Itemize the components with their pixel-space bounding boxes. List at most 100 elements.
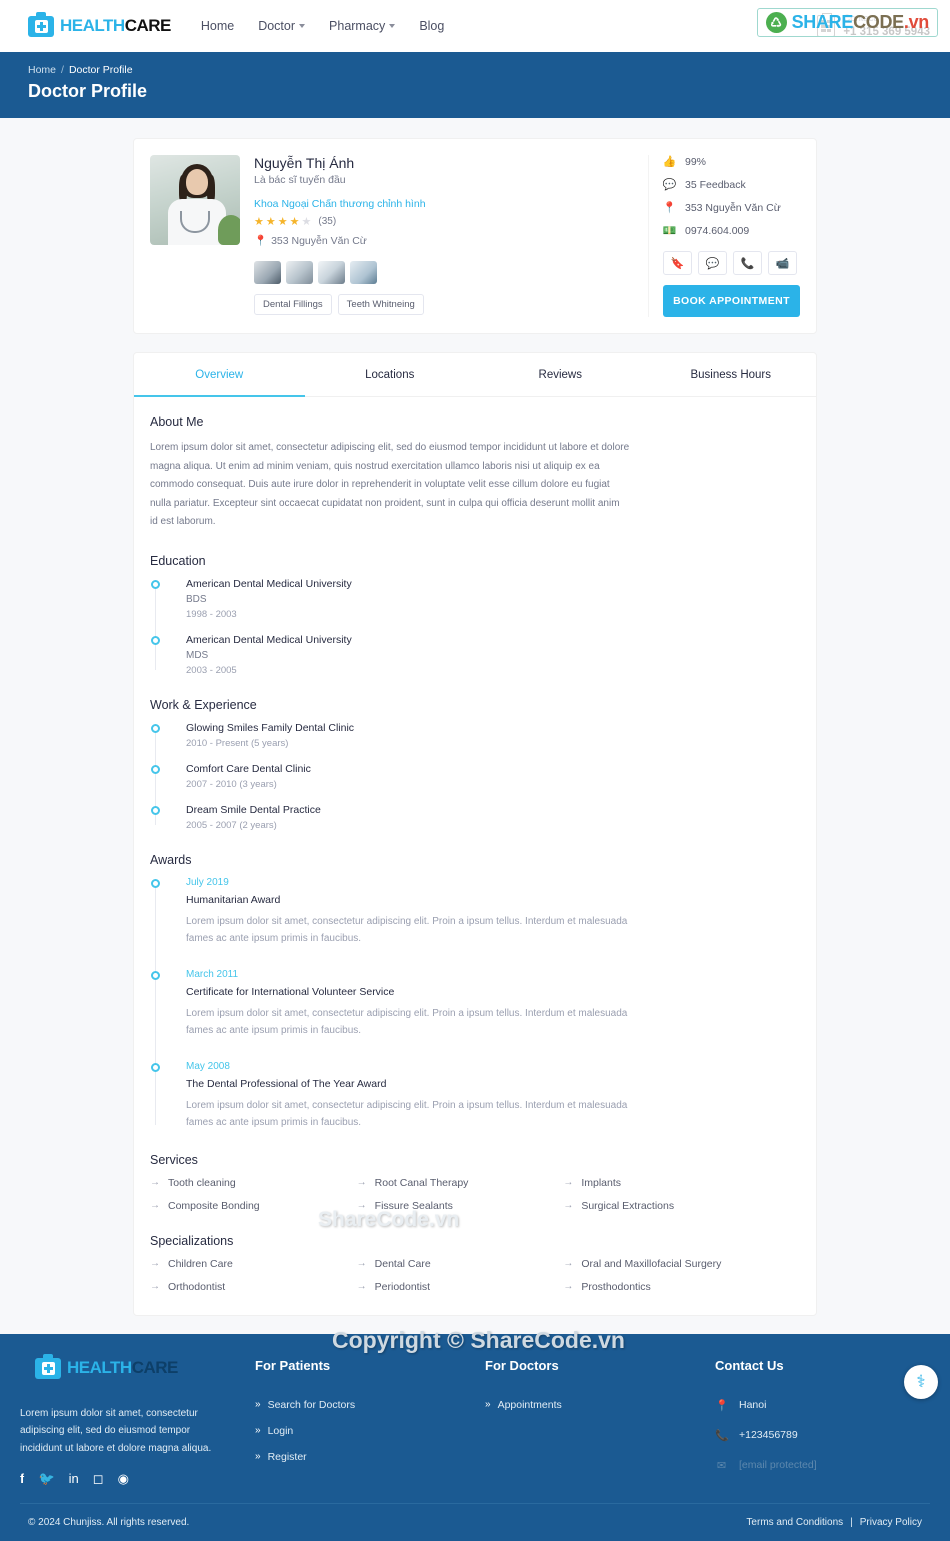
nav-item-blog[interactable]: Blog [419,19,444,33]
service-tag[interactable]: Dental Fillings [254,294,332,315]
tab-overview[interactable]: Overview [134,353,305,397]
service-label: Root Canal Therapy [374,1176,469,1189]
double-chevron-icon: » [255,1399,261,1410]
footer-contact-email[interactable]: ✉ [email protected] [715,1459,930,1472]
star-icon: ★ [265,216,276,228]
medical-bag-icon [28,11,54,37]
work-item: Glowing Smiles Family Dental Clinic 2010… [151,722,800,749]
twitter-icon[interactable]: 🐦 [38,1471,54,1487]
phone-icon: 📞 [715,1429,729,1442]
footer-contact-phone[interactable]: 📞 +123456789 [715,1429,930,1442]
awards-section: Awards July 2019 Humanitarian Award Lore… [150,853,800,1131]
nav-links: Home Doctor Pharmacy Blog [201,19,444,33]
arrow-right-icon: → [150,1258,160,1269]
bookmark-button[interactable]: 🔖 [663,251,692,275]
footer-logo[interactable]: HEALTHCARE [35,1353,255,1379]
footer-link-label: Search for Doctors [267,1398,356,1411]
specialization-label: Children Care [168,1257,233,1270]
privacy-link[interactable]: Privacy Policy [860,1517,922,1528]
nav-item-pharmacy[interactable]: Pharmacy [329,19,396,33]
award-text: Lorem ipsum dolor sit amet, consectetur … [186,915,628,944]
arrow-right-icon: → [150,1281,160,1292]
tab-locations-label: Locations [365,369,415,381]
footer-link-register[interactable]: » Register [255,1451,485,1463]
nav-item-home[interactable]: Home [201,19,234,33]
chat-button[interactable]: 💬 [698,251,727,275]
logo-text: HEALTHCARE [60,16,171,36]
specialization-label: Periodontist [374,1280,431,1293]
star-icon: ★ [289,216,300,228]
chevron-down-icon [299,24,306,28]
education-heading: Education [150,553,206,568]
specialization-item: → Children Care [150,1258,357,1270]
doctor-specialty[interactable]: Khoa Ngoại Chấn thương chỉnh hình [254,198,634,210]
award-item: July 2019 Humanitarian Award Lorem ipsum… [151,877,800,947]
footer-logo-second: CARE [131,1358,179,1377]
footer-logo-first: HEALTH [67,1358,132,1377]
breadcrumb-home[interactable]: Home [28,64,56,76]
page-title: Doctor Profile [28,81,148,101]
awards-timeline: July 2019 Humanitarian Award Lorem ipsum… [150,877,800,1131]
service-item: → Implants [563,1177,770,1189]
tab-business-hours[interactable]: Business Hours [646,353,817,397]
star-icon-empty: ★ [301,216,312,228]
tab-overview-label: Overview [195,369,244,381]
education-degree: MDS [186,649,209,661]
arrow-right-icon: → [563,1281,574,1292]
timeline-dot-icon [151,878,160,888]
linkedin-icon[interactable]: in [69,1471,79,1487]
medical-bag-icon [35,1353,61,1379]
service-label: Composite Bonding [168,1199,260,1212]
arrow-right-icon: → [356,1200,367,1211]
stat-recommendation-value: 99% [685,155,707,168]
video-call-button[interactable]: 📹 [768,251,797,275]
service-label: Fissure Sealants [374,1199,453,1212]
tab-locations[interactable]: Locations [305,353,476,397]
gallery-thumbnail[interactable] [350,261,377,284]
call-button[interactable]: 📞 [733,251,762,275]
education-item: American Dental Medical University BDS 1… [151,577,800,620]
dribbble-icon[interactable]: ◉ [118,1471,129,1487]
facebook-icon[interactable]: 𝐟 [20,1471,24,1487]
gallery-thumbnail[interactable] [254,261,281,284]
doctor-location: 📍 353 Nguyễn Văn Cừ [254,234,634,248]
service-tag[interactable]: Teeth Whitneing [337,294,424,315]
services-section: Services → Tooth cleaning → Root Canal The… [150,1153,800,1212]
specialization-item: → Periodontist [357,1281,564,1293]
footer-contact-heading: Contact Us [715,1357,784,1373]
instagram-icon[interactable]: ◻ [93,1471,104,1487]
specialization-item: → Prosthodontics [563,1281,770,1293]
education-school: American Dental Medical University [186,633,352,646]
book-appointment-button[interactable]: BOOK APPOINTMENT [663,285,800,317]
gallery-thumbnail[interactable] [286,261,313,284]
map-pin-icon: 📍 [254,235,268,247]
footer-doctors-column: For Doctors » Appointments [485,1358,715,1489]
award-title: The Dental Professional of The Year Awar… [186,1077,387,1090]
footer-link-appointments[interactable]: » Appointments [485,1399,715,1411]
footer-link-login[interactable]: » Login [255,1425,485,1437]
specialization-label: Dental Care [374,1257,431,1270]
gallery-thumbnail[interactable] [318,261,345,284]
services-list: → Tooth cleaning → Root Canal Therapy → Imp… [150,1177,770,1212]
tab-bar: Overview Locations Reviews Business Hour… [134,353,816,397]
footer-link-search-doctors[interactable]: » Search for Doctors [255,1399,485,1411]
contact-phone[interactable]: +1 315 369 5943 [843,25,930,39]
tab-business-hours-label: Business Hours [690,369,772,381]
mail-icon: ✉ [716,1459,727,1472]
award-text: Lorem ipsum dolor sit amet, consectetur … [186,1099,628,1128]
award-title: Certificate for International Volunteer … [186,985,395,998]
nav-item-doctor[interactable]: Doctor [258,19,306,33]
site-logo[interactable]: HEALTHCARE [28,11,171,37]
work-place: Comfort Care Dental Clinic [186,762,311,775]
video-icon: 📹 [775,257,790,270]
doctor-subtitle: Là bác sĩ tuyến đầu [254,174,346,186]
breadcrumb-separator: / [61,64,64,76]
rating-count: (35) [318,216,337,227]
stethoscope-floating-button[interactable]: ⚕ [904,1365,938,1399]
header-contact: Contact +1 315 369 5943 [817,13,930,39]
terms-link[interactable]: Terms and Conditions [746,1517,843,1528]
education-school: American Dental Medical University [186,577,352,590]
specializations-heading: Specializations [150,1233,234,1248]
tab-reviews[interactable]: Reviews [475,353,646,397]
timeline-dot-icon [151,579,160,589]
